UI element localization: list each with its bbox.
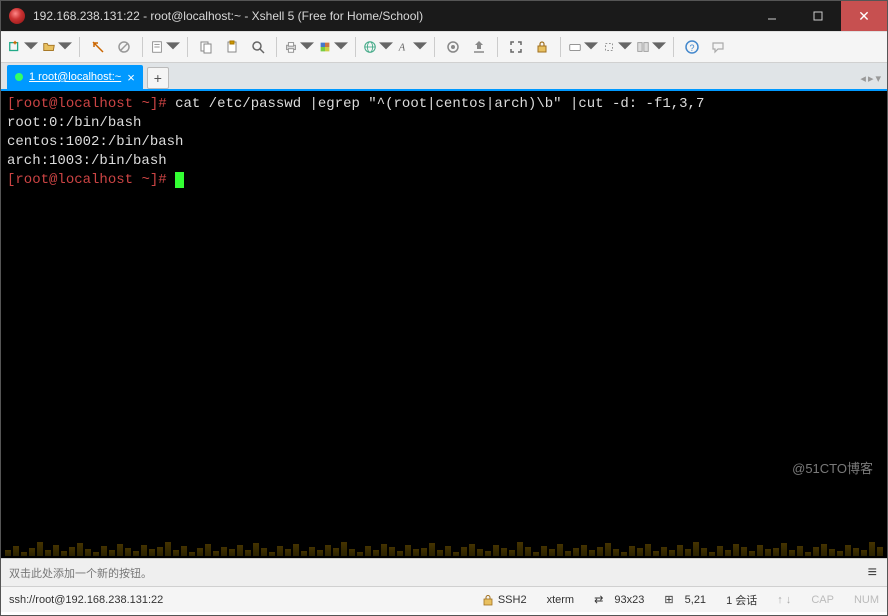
disconnect-button[interactable]	[112, 35, 136, 59]
encoding-button[interactable]	[362, 35, 394, 59]
terminal-output: centos:1002:/bin/bash	[7, 133, 881, 152]
terminal-line: [root@localhost ~]# cat /etc/passwd |egr…	[7, 95, 881, 114]
status-size: ⇄ 93x23	[594, 593, 644, 606]
maximize-button[interactable]	[795, 1, 841, 31]
titlebar: 192.168.238.131:22 - root@localhost:~ - …	[1, 1, 887, 31]
toolbar-separator	[79, 37, 80, 57]
chat-button[interactable]	[706, 35, 730, 59]
close-button[interactable]: ✕	[841, 1, 887, 31]
color-scheme-button[interactable]	[317, 35, 349, 59]
paste-button[interactable]	[220, 35, 244, 59]
cursor-icon	[175, 172, 184, 188]
copy-button[interactable]	[194, 35, 218, 59]
lock-button[interactable]	[530, 35, 554, 59]
print-button[interactable]	[283, 35, 315, 59]
window-title: 192.168.238.131:22 - root@localhost:~ - …	[33, 9, 749, 23]
toolbar-separator	[434, 37, 435, 57]
main-toolbar: A ?	[1, 31, 887, 63]
font-button[interactable]: A	[396, 35, 428, 59]
toolbar-separator	[355, 37, 356, 57]
menu-icon[interactable]: ≡	[868, 564, 877, 582]
lock-icon	[482, 594, 494, 606]
layout-button[interactable]	[635, 35, 667, 59]
tab-prev-button[interactable]: ◂	[860, 72, 866, 85]
tab-label: 1 root@localhost:~	[29, 71, 121, 83]
tab-next-button[interactable]: ▸	[868, 72, 874, 85]
connection-status-icon	[15, 73, 23, 81]
new-session-button[interactable]	[7, 35, 39, 59]
status-bar: ssh://root@192.168.238.131:22 SSH2 xterm…	[1, 586, 887, 612]
tab-nav: ◂ ▸ ▾	[860, 72, 881, 85]
highlight-button[interactable]	[601, 35, 633, 59]
status-num: NUM	[854, 594, 879, 606]
status-traffic: ↑ ↓	[777, 594, 791, 606]
svg-text:A: A	[398, 43, 406, 54]
toolbar-separator	[673, 37, 674, 57]
xftp-button[interactable]	[467, 35, 491, 59]
help-button[interactable]: ?	[680, 35, 704, 59]
minimize-button[interactable]	[749, 1, 795, 31]
session-tab[interactable]: 1 root@localhost:~ ×	[7, 65, 143, 89]
fullscreen-button[interactable]	[504, 35, 528, 59]
toolbar-separator	[276, 37, 277, 57]
toolbar-separator	[497, 37, 498, 57]
toolbar-separator	[187, 37, 188, 57]
xagent-button[interactable]	[441, 35, 465, 59]
terminal-prompt-line: [root@localhost ~]#	[7, 171, 881, 190]
properties-button[interactable]	[149, 35, 181, 59]
status-term: xterm	[547, 594, 575, 606]
reconnect-button[interactable]	[86, 35, 110, 59]
button-bar-hint: 双击此处添加一个新的按钮。	[9, 565, 152, 581]
svg-text:?: ?	[690, 43, 695, 53]
status-caps: CAP	[811, 594, 834, 606]
toolbar-separator	[142, 37, 143, 57]
open-session-button[interactable]	[41, 35, 73, 59]
quick-button-bar[interactable]: 双击此处添加一个新的按钮。 ≡	[1, 558, 887, 586]
tab-bar: 1 root@localhost:~ × + ◂ ▸ ▾	[1, 63, 887, 91]
tab-close-icon[interactable]: ×	[127, 70, 135, 85]
status-cursor-pos: ⊞ 5,21	[664, 593, 706, 606]
terminal-output: arch:1003:/bin/bash	[7, 152, 881, 171]
toolbar-separator	[560, 37, 561, 57]
equalizer-decoration	[1, 518, 887, 558]
status-connection: ssh://root@192.168.238.131:22	[9, 594, 163, 606]
new-tab-button[interactable]: +	[147, 67, 169, 89]
terminal-output: root:0:/bin/bash	[7, 114, 881, 133]
tab-list-button[interactable]: ▾	[875, 72, 881, 85]
status-session-count: 1 会话	[726, 592, 757, 608]
keyboard-button[interactable]	[567, 35, 599, 59]
find-button[interactable]	[246, 35, 270, 59]
app-icon	[9, 8, 25, 24]
terminal-pane[interactable]: [root@localhost ~]# cat /etc/passwd |egr…	[1, 91, 887, 558]
watermark: @51CTO博客	[792, 459, 873, 478]
status-ssh: SSH2	[482, 594, 527, 606]
